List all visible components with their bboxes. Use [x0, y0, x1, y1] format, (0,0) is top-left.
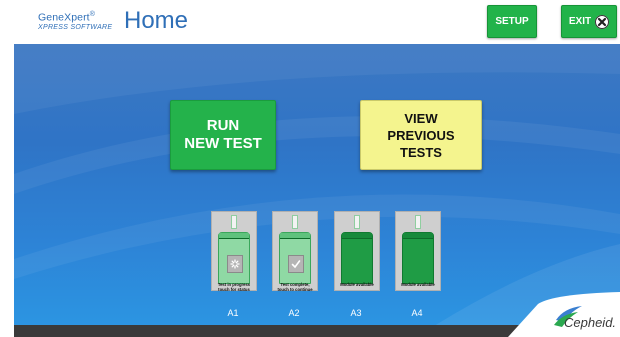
view-button-line3: TESTS [400, 144, 442, 160]
run-button-line1: RUN [206, 117, 240, 134]
spinner-icon [227, 255, 243, 273]
cepheid-logo: Cepheid. [508, 292, 620, 337]
exit-button[interactable]: EXIT [561, 5, 617, 38]
module-label-a2: A2 [288, 308, 300, 318]
module-body [279, 232, 311, 284]
header-bar: GeneXpert® XPRESS SOFTWARE Home SETUP EX… [0, 0, 620, 44]
brand-name: GeneXpert [38, 11, 90, 24]
view-previous-tests-button[interactable]: VIEW PREVIOUS TESTS [360, 100, 482, 170]
close-circle-icon [595, 14, 610, 29]
module-status: Module available [340, 282, 374, 287]
run-button-line2: NEW TEST [184, 135, 262, 152]
checkmark-icon [288, 255, 304, 273]
module-status: Test in progress touch for status [217, 282, 251, 292]
footer-dark-bar [14, 325, 534, 337]
brand-logo: GeneXpert® XPRESS SOFTWARE [38, 11, 112, 31]
run-new-test-button[interactable]: RUN NEW TEST [170, 100, 276, 170]
view-button-line1: VIEW [404, 110, 438, 126]
module-a3[interactable]: Module available [334, 211, 380, 291]
module-label-a3: A3 [350, 308, 362, 318]
setup-button[interactable]: SETUP [487, 5, 537, 38]
module-a4[interactable]: Module available [395, 211, 441, 291]
page-title: Home [124, 7, 189, 34]
cartridge-slot [231, 215, 237, 229]
module-body [341, 232, 373, 284]
brand-subtitle: XPRESS SOFTWARE [38, 24, 113, 31]
module-label-a1: A1 [227, 308, 239, 318]
cartridge-slot [415, 215, 421, 229]
brand-registered-mark: ® [89, 11, 95, 18]
module-a2[interactable]: Test complete, touch to continue [272, 211, 318, 292]
logo-text: Cepheid. [564, 315, 617, 330]
view-button-line2: PREVIOUS [387, 127, 455, 143]
module-a1[interactable]: Test in progress touch for status [211, 211, 257, 292]
module-label-a4: A4 [411, 308, 423, 318]
setup-button-label: SETUP [495, 16, 529, 27]
module-status: Test complete, touch to continue [277, 282, 313, 292]
cartridge-slot [354, 215, 360, 229]
module-body [218, 232, 250, 284]
main-panel: RUN NEW TEST VIEW PREVIOUS TESTS Test in… [14, 44, 620, 326]
exit-button-label: EXIT [568, 16, 592, 27]
cartridge-slot [292, 215, 298, 229]
module-body [402, 232, 434, 284]
module-status: Module available [401, 282, 435, 287]
